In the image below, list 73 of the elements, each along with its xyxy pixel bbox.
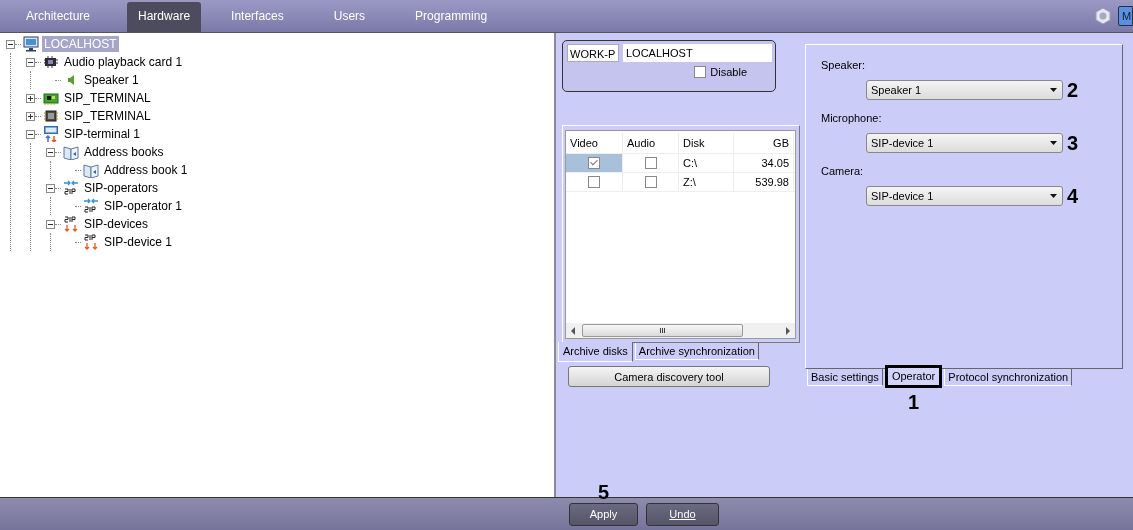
callout-number: 5 <box>598 481 610 502</box>
tab[interactable]: Basic settings <box>807 369 883 386</box>
checkbox-label: Disable <box>710 66 747 78</box>
sip-arrows-icon <box>83 198 99 214</box>
monitor-icon <box>23 36 39 52</box>
caret-icon <box>1050 88 1057 92</box>
collapse-icon[interactable] <box>26 129 35 139</box>
column-header[interactable]: Audio <box>623 133 679 153</box>
callout-number: 2 <box>1067 80 1079 100</box>
name-field[interactable]: LOCALHOST <box>623 44 772 62</box>
id-field[interactable]: WORK-P <box>567 44 619 62</box>
tree-item[interactable]: Audio playback card 1 <box>62 54 185 70</box>
open-book-icon <box>83 162 99 178</box>
field-label: Speaker: <box>821 59 867 73</box>
column-header[interactable]: GB <box>734 133 794 153</box>
tree-item[interactable]: Address books <box>82 144 166 160</box>
sip-arrows-icon <box>63 216 79 232</box>
circuit-board-icon <box>43 90 59 106</box>
collapse-icon[interactable] <box>46 219 55 229</box>
field-label: Camera: <box>821 165 865 179</box>
callout-number: 1 <box>908 392 920 412</box>
table-cell: Z:\ <box>679 173 734 191</box>
sip-arrows-icon <box>83 234 99 250</box>
tree-item[interactable]: SIP-operators <box>82 180 161 196</box>
audio-checkbox[interactable] <box>644 157 657 169</box>
scroll-thumb[interactable]: III <box>582 324 743 337</box>
field-label: Microphone: <box>821 112 883 126</box>
column-header[interactable]: Disk <box>679 133 734 153</box>
terminal-arrows-icon <box>43 126 59 142</box>
open-book-icon <box>63 144 79 160</box>
dropdown[interactable]: Speaker 1 <box>866 80 1063 100</box>
tab[interactable]: Archive disks <box>558 342 633 362</box>
tree-item[interactable]: Address book 1 <box>102 162 190 178</box>
expand-icon[interactable] <box>26 93 35 103</box>
caret-icon <box>1050 141 1057 145</box>
tree-item[interactable]: Speaker 1 <box>82 72 141 88</box>
callout-number: 4 <box>1067 186 1079 206</box>
dropdown[interactable]: SIP-device 1 <box>866 186 1063 206</box>
header-button[interactable]: M <box>1118 6 1133 26</box>
caret-icon <box>1050 194 1057 198</box>
sip-arrows-icon <box>63 180 79 196</box>
column-header[interactable]: Video <box>566 133 623 153</box>
table-cell: 539.98 <box>734 173 794 191</box>
collapse-icon[interactable] <box>6 39 15 49</box>
audio-checkbox[interactable] <box>644 176 657 188</box>
collapse-icon[interactable] <box>46 183 55 193</box>
tree-item[interactable]: SIP-terminal 1 <box>62 126 143 142</box>
tree-item[interactable]: SIP_TERMINAL <box>62 108 153 124</box>
nav-tab[interactable]: Hardware <box>127 2 202 32</box>
tab[interactable]: Protocol synchronization <box>944 369 1073 386</box>
tab[interactable]: Archive synchronization <box>634 343 759 360</box>
table-cell: C:\ <box>679 154 734 172</box>
expand-icon[interactable] <box>26 111 35 121</box>
right-arrow-icon <box>785 326 791 335</box>
gear-icon <box>1094 7 1112 25</box>
camera-discovery-button[interactable]: Camera discovery tool <box>568 366 770 387</box>
tree-item[interactable]: SIP_TERMINAL <box>62 90 153 106</box>
circuit-card-icon <box>43 54 59 70</box>
table-cell: 34.05 <box>734 154 794 172</box>
tree-item[interactable]: SIP-device 1 <box>102 234 175 250</box>
chip-icon <box>43 108 59 124</box>
disable-checkbox[interactable] <box>694 66 707 78</box>
tree-item[interactable]: SIP-devices <box>82 216 151 232</box>
tree-item[interactable]: SIP-operator 1 <box>102 198 185 214</box>
horizontal-scrollbar[interactable]: III <box>566 323 795 338</box>
dropdown[interactable]: SIP-device 1 <box>866 133 1063 153</box>
collapse-icon[interactable] <box>46 147 55 157</box>
callout-number: 3 <box>1067 133 1079 153</box>
video-checkbox[interactable] <box>588 157 600 169</box>
footer-button[interactable]: Undo <box>646 502 719 526</box>
collapse-icon[interactable] <box>26 57 35 67</box>
left-arrow-icon <box>570 326 576 335</box>
video-checkbox[interactable] <box>588 176 600 188</box>
